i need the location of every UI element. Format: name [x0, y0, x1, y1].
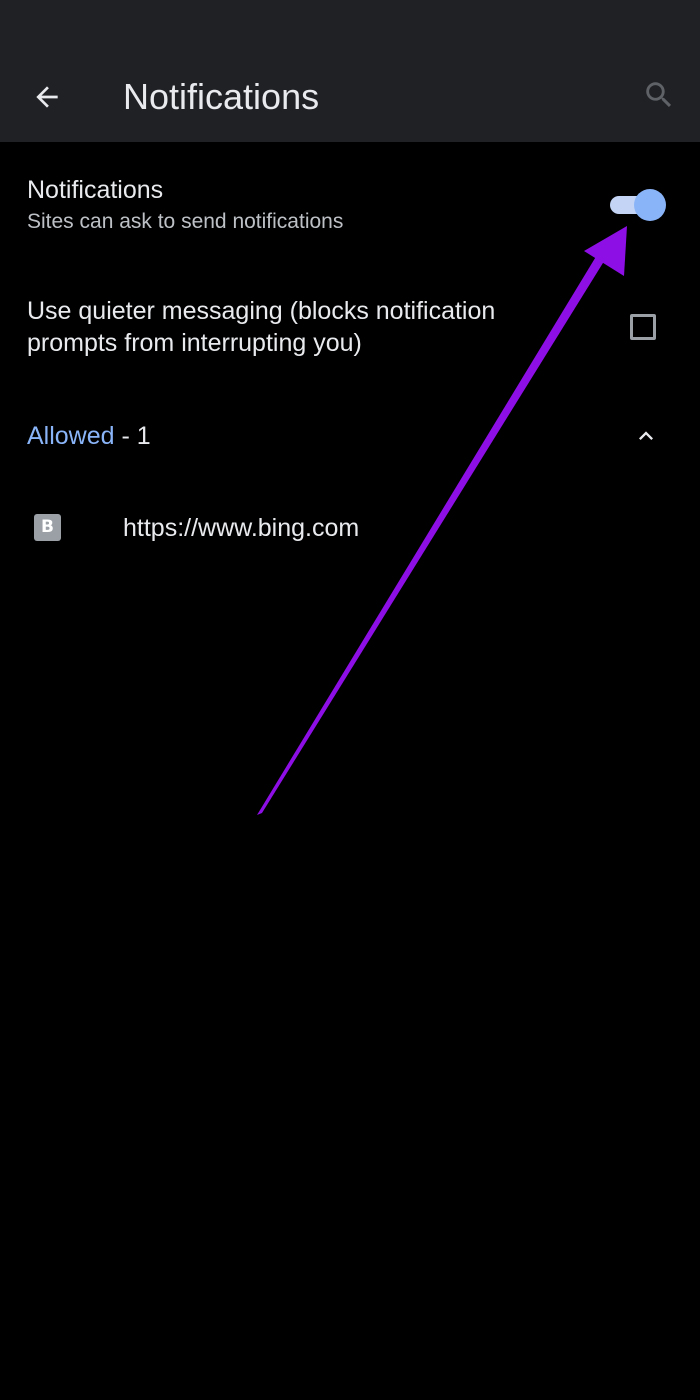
arrow-left-icon	[36, 86, 58, 108]
site-favicon: B	[34, 514, 61, 541]
notifications-setting-title: Notifications	[27, 176, 164, 204]
allowed-label: Allowed	[27, 422, 115, 450]
search-button[interactable]	[634, 70, 684, 120]
notifications-setting-subtitle: Sites can ask to send notifications	[27, 210, 344, 233]
quiet-messaging-label: Use quieter messaging (blocks notificati…	[27, 297, 496, 357]
site-url: https://www.bing.com	[123, 514, 360, 542]
search-icon	[646, 82, 672, 108]
allowed-section-header[interactable]: Allowed - 1	[0, 410, 700, 462]
chevron-up-icon[interactable]	[630, 422, 662, 450]
allowed-count: - 1	[114, 422, 151, 450]
page-title: Notifications	[123, 76, 320, 117]
back-button[interactable]	[22, 72, 72, 122]
status-bar	[0, 0, 700, 50]
allowed-header-text: Allowed - 1	[27, 420, 151, 452]
toggle-thumb	[634, 189, 666, 221]
site-list-item[interactable]: B https://www.bing.com	[0, 500, 700, 556]
app-bar: Notifications	[0, 50, 700, 142]
quiet-messaging-row[interactable]: Use quieter messaging (blocks notificati…	[0, 292, 700, 372]
notifications-toggle[interactable]	[606, 187, 670, 223]
quiet-messaging-checkbox[interactable]	[630, 314, 656, 340]
notifications-setting-row[interactable]: Notifications Sites can ask to send noti…	[0, 168, 700, 252]
